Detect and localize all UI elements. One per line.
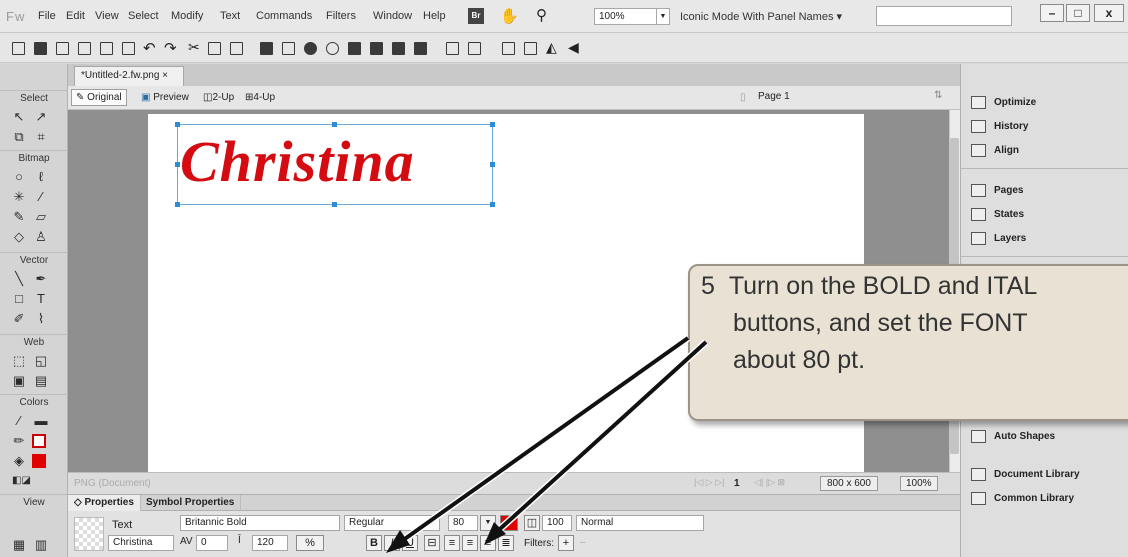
arrowhead [386, 530, 410, 553]
arrow-to-size [488, 340, 708, 540]
arrow-to-bold [390, 336, 690, 550]
callout-arrows [386, 335, 709, 553]
